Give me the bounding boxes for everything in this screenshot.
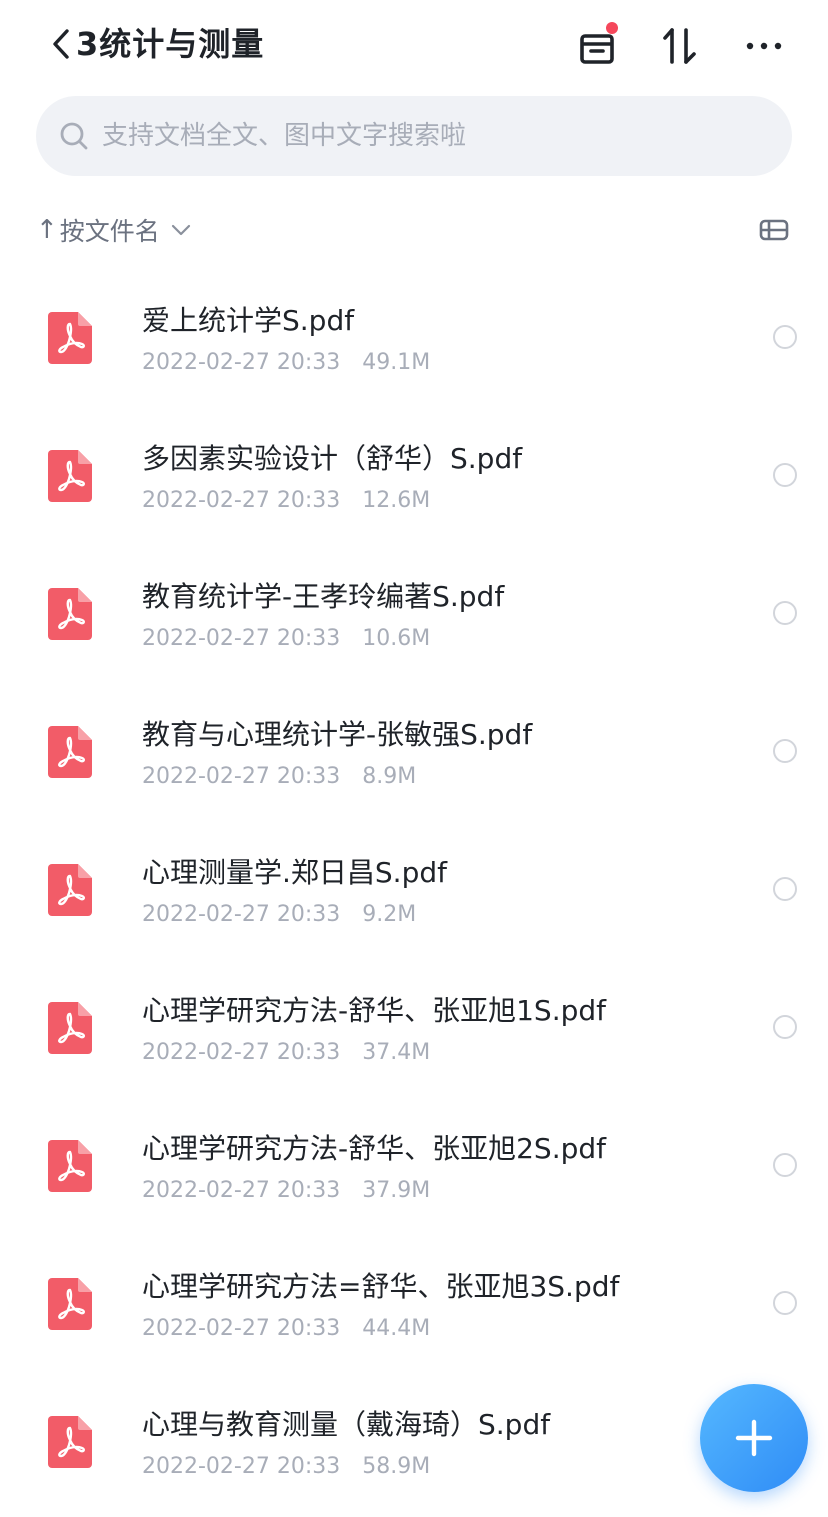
file-date: 2022-02-27 20:33 [142, 626, 341, 651]
file-date: 2022-02-27 20:33 [142, 1178, 341, 1203]
pdf-file-icon [46, 1276, 94, 1332]
file-date: 2022-02-27 20:33 [142, 488, 341, 513]
file-size: 37.9M [362, 1178, 431, 1203]
pdf-file-icon [46, 1414, 94, 1470]
file-date: 2022-02-27 20:33 [142, 1040, 341, 1065]
file-row[interactable]: 爱上统计学S.pdf 2022-02-27 20:33 49.1M [0, 268, 828, 406]
sort-order-button[interactable] [656, 22, 704, 70]
file-date: 2022-02-27 20:33 [142, 1454, 341, 1479]
file-size: 10.6M [362, 626, 431, 651]
file-meta: 2022-02-27 20:33 8.9M [142, 762, 416, 792]
pdf-file-icon [46, 310, 94, 366]
file-name: 教育统计学-王孝玲编著S.pdf [142, 580, 505, 613]
file-name: 教育与心理统计学-张敏强S.pdf [142, 718, 533, 751]
file-size: 9.2M [362, 902, 417, 927]
back-button[interactable]: 3统计与测量 [50, 22, 264, 66]
select-radio[interactable] [773, 325, 797, 349]
select-radio[interactable] [773, 601, 797, 625]
file-name: 心理学研究方法=舒华、张亚旭3S.pdf [142, 1270, 620, 1303]
select-radio[interactable] [773, 739, 797, 763]
file-meta: 2022-02-27 20:33 37.4M [142, 1038, 430, 1068]
search-icon [60, 122, 88, 150]
select-radio[interactable] [773, 1291, 797, 1315]
pdf-file-icon [46, 448, 94, 504]
file-meta: 2022-02-27 20:33 12.6M [142, 486, 430, 516]
sort-arrow-up-icon: ↑ [36, 215, 58, 245]
file-list: 爱上统计学S.pdf 2022-02-27 20:33 49.1M 多因素实验设计… [0, 268, 828, 1510]
notification-dot [606, 22, 618, 34]
file-row[interactable]: 教育统计学-王孝玲编著S.pdf 2022-02-27 20:33 10.6M [0, 544, 828, 682]
select-radio[interactable] [773, 877, 797, 901]
file-name: 多因素实验设计（舒华）S.pdf [142, 442, 523, 475]
file-row[interactable]: 心理学研究方法-舒华、张亚旭2S.pdf 2022-02-27 20:33 37.… [0, 1096, 828, 1234]
top-bar: 3统计与测量 [0, 0, 828, 92]
file-date: 2022-02-27 20:33 [142, 902, 341, 927]
sort-by-name-dropdown[interactable]: ↑ 按文件名 [36, 206, 192, 254]
plus-icon [735, 1419, 773, 1457]
file-name: 心理学研究方法-舒华、张亚旭2S.pdf [142, 1132, 606, 1165]
file-meta: 2022-02-27 20:33 58.9M [142, 1452, 430, 1482]
file-name: 爱上统计学S.pdf [142, 304, 355, 337]
file-browser-screen: 3统计与测量 支持文档全文、图中文字搜索啦 ↑ 按文件名 爱上统计学S.pdf … [0, 0, 828, 1517]
file-size: 8.9M [362, 764, 417, 789]
file-size: 44.4M [362, 1316, 431, 1341]
file-name: 心理学研究方法-舒华、张亚旭1S.pdf [142, 994, 606, 1027]
pdf-file-icon [46, 724, 94, 780]
more-dots-icon [746, 42, 782, 50]
file-meta: 2022-02-27 20:33 37.9M [142, 1176, 430, 1206]
add-button[interactable] [700, 1384, 808, 1492]
pdf-file-icon [46, 862, 94, 918]
file-meta: 2022-02-27 20:33 10.6M [142, 624, 430, 654]
sort-bar: ↑ 按文件名 [36, 206, 792, 254]
archive-button[interactable] [574, 22, 622, 70]
chevron-left-icon [53, 29, 69, 59]
page-title: 3统计与测量 [76, 25, 265, 63]
file-date: 2022-02-27 20:33 [142, 350, 341, 375]
file-name: 心理与教育测量（戴海琦）S.pdf [142, 1408, 551, 1441]
file-size: 49.1M [362, 350, 431, 375]
file-meta: 2022-02-27 20:33 49.1M [142, 348, 430, 378]
sort-label: 按文件名 [59, 217, 160, 246]
sort-arrows-icon [663, 28, 696, 64]
select-radio[interactable] [773, 1153, 797, 1177]
file-row[interactable]: 心理学研究方法-舒华、张亚旭1S.pdf 2022-02-27 20:33 37.… [0, 958, 828, 1096]
file-row[interactable]: 心理测量学.郑日昌S.pdf 2022-02-27 20:33 9.2M [0, 820, 828, 958]
file-meta: 2022-02-27 20:33 44.4M [142, 1314, 430, 1344]
file-name: 心理测量学.郑日昌S.pdf [142, 856, 447, 889]
file-row[interactable]: 多因素实验设计（舒华）S.pdf 2022-02-27 20:33 12.6M [0, 406, 828, 544]
file-size: 58.9M [362, 1454, 431, 1479]
file-size: 12.6M [362, 488, 431, 513]
pdf-file-icon [46, 586, 94, 642]
file-row[interactable]: 教育与心理统计学-张敏强S.pdf 2022-02-27 20:33 8.9M [0, 682, 828, 820]
file-row[interactable]: 心理学研究方法=舒华、张亚旭3S.pdf 2022-02-27 20:33 44.… [0, 1234, 828, 1372]
search-bar[interactable] [36, 96, 792, 176]
file-date: 2022-02-27 20:33 [142, 764, 341, 789]
select-radio[interactable] [773, 463, 797, 487]
pdf-file-icon [46, 1138, 94, 1194]
search-input[interactable] [102, 114, 762, 158]
chevron-down-icon [171, 224, 190, 236]
file-date: 2022-02-27 20:33 [142, 1316, 341, 1341]
list-view-icon[interactable] [758, 214, 790, 246]
select-radio[interactable] [773, 1015, 797, 1039]
more-button[interactable] [740, 22, 788, 70]
file-size: 37.4M [362, 1040, 431, 1065]
pdf-file-icon [46, 1000, 94, 1056]
file-meta: 2022-02-27 20:33 9.2M [142, 900, 416, 930]
